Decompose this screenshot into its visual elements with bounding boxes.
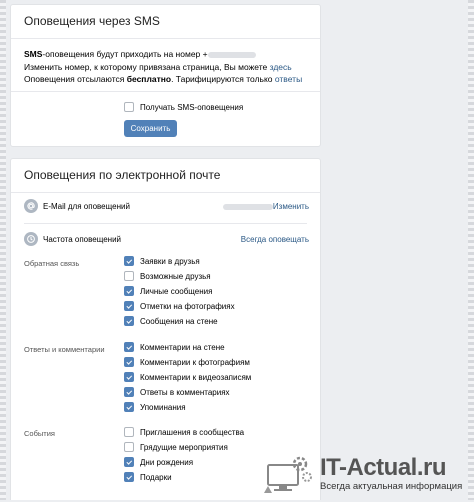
checkbox[interactable] (124, 457, 134, 467)
option-private-messages[interactable]: Личные сообщения (124, 286, 212, 296)
section-label-events: События (24, 429, 55, 438)
option-friend-requests[interactable]: Заявки в друзья (124, 256, 200, 266)
watermark-text: IT-Actual.ru Всегда актуальная информаци… (320, 453, 463, 493)
checkbox[interactable] (124, 357, 134, 367)
monitor-with-gears-icon (262, 451, 314, 497)
sms-description: SMS-оповещения будут приходить на номер … (11, 39, 320, 86)
replies-link[interactable]: ответы (275, 74, 302, 84)
option-wall-comments[interactable]: Комментарии на стене (124, 342, 225, 352)
save-button[interactable]: Сохранить (124, 120, 177, 137)
sms-line-1: SMS-оповещения будут приходить на номер … (24, 48, 307, 61)
checkbox[interactable] (124, 271, 134, 281)
sms-line-2: Изменить номер, к которому привязана стр… (24, 61, 292, 72)
checkbox[interactable] (124, 342, 134, 352)
checkbox[interactable] (124, 316, 134, 326)
checkbox[interactable] (124, 286, 134, 296)
watermark: IT-Actual.ru Всегда актуальная информаци… (262, 447, 474, 500)
sms-line-3: Оповещения отсылаются бесплатно. Тарифиц… (24, 74, 303, 84)
option-comment-replies[interactable]: Ответы в комментариях (124, 387, 230, 397)
option-wall-posts[interactable]: Сообщения на стене (124, 316, 218, 326)
checkbox[interactable] (124, 387, 134, 397)
checkbox[interactable] (124, 256, 134, 266)
clock-icon (24, 232, 38, 246)
frequency-dropdown[interactable]: Всегда оповещать (241, 235, 309, 244)
torn-edge-left (0, 0, 6, 500)
sms-card-title: Оповещения через SMS (11, 5, 320, 39)
checkbox[interactable] (124, 472, 134, 482)
option-photo-tags[interactable]: Отметки на фотографиях (124, 301, 235, 311)
option-video-comments[interactable]: Комментарии к видеозаписям (124, 372, 251, 382)
masked-phone-number (207, 51, 256, 58)
option-possible-friends[interactable]: Возможные друзья (124, 271, 211, 281)
torn-edge-right (468, 0, 474, 500)
section-label-replies-comments: Ответы и комментарии (24, 345, 105, 354)
at-sign-icon (24, 199, 38, 213)
frequency-label: Частота оповещений (43, 235, 122, 244)
sms-divider (11, 91, 320, 92)
change-number-link[interactable]: здесь (270, 62, 292, 72)
section-label-feedback: Обратная связь (24, 259, 80, 268)
receive-sms-checkbox-row[interactable]: Получать SMS-оповещения (124, 102, 243, 112)
option-birthdays[interactable]: Дни рождения (124, 457, 193, 467)
email-card-title: Оповещения по электронной почте (11, 159, 320, 193)
option-gifts[interactable]: Подарки (124, 472, 172, 482)
receive-sms-checkbox[interactable] (124, 102, 134, 112)
email-label: E-Mail для оповещений (43, 202, 130, 211)
checkbox[interactable] (124, 427, 134, 437)
option-upcoming-events[interactable]: Грядущие мероприятия (124, 442, 228, 452)
masked-email-address (223, 204, 273, 210)
checkbox[interactable] (124, 372, 134, 382)
option-photo-comments[interactable]: Комментарии к фотографиям (124, 357, 250, 367)
option-mentions[interactable]: Упоминания (124, 402, 186, 412)
watermark-subtitle: Всегда актуальная информация (320, 480, 463, 492)
watermark-title: IT-Actual.ru (320, 453, 447, 481)
change-email-link[interactable]: Изменить (273, 202, 309, 211)
option-community-invites[interactable]: Приглашения в сообщества (124, 427, 244, 437)
checkbox[interactable] (124, 442, 134, 452)
email-row-divider (24, 223, 307, 224)
sms-notifications-card: Оповещения через SMS SMS-оповещения буду… (10, 4, 321, 147)
checkbox[interactable] (124, 402, 134, 412)
checkbox[interactable] (124, 301, 134, 311)
